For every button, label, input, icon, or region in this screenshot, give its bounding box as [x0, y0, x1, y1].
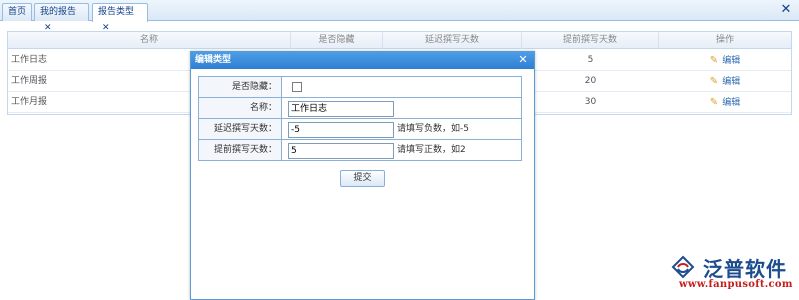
- pencil-icon: ✎: [709, 76, 719, 87]
- delay-days-input[interactable]: -5: [288, 122, 394, 138]
- row-name: 工作日志: [11, 55, 48, 65]
- delay-days-label: 延迟撰写天数：: [199, 119, 282, 139]
- form-row-hidden: 是否隐藏：: [198, 76, 522, 98]
- form-row-advance: 提前撰写天数： 5 请填写正数，如2: [198, 139, 522, 161]
- tab-label: 首页: [8, 7, 27, 17]
- submit-button[interactable]: 提交: [340, 170, 385, 187]
- advance-days-hint: 请填写正数，如2: [397, 145, 466, 155]
- edit-link[interactable]: ✎ 编辑: [659, 92, 791, 113]
- grid-header: 名称 是否隐藏 延迟撰写天数 提前撰写天数 操作: [8, 32, 791, 49]
- column-header-advance-days[interactable]: 提前撰写天数: [522, 32, 659, 49]
- brand-url: www.fanpusoft.com: [679, 279, 793, 290]
- delay-days-hint: 请填写负数，如-5: [397, 124, 469, 134]
- advance-days-label: 提前撰写天数：: [199, 140, 282, 160]
- tab-my-reports[interactable]: 我的报告✕: [34, 3, 89, 33]
- row-advance-days: 20: [584, 76, 597, 86]
- close-icon[interactable]: ✕: [517, 53, 529, 67]
- row-name: 工作周报: [11, 76, 48, 86]
- row-advance-days: 5: [587, 55, 594, 65]
- advance-days-input[interactable]: 5: [288, 143, 394, 159]
- pencil-icon: ✎: [709, 55, 719, 66]
- pencil-icon: ✎: [709, 97, 719, 108]
- close-icon[interactable]: ✕: [779, 3, 793, 17]
- row-name: 工作月报: [11, 97, 48, 107]
- edit-type-dialog: 编辑类型 ✕ 是否隐藏： 名称： 工作日志 延迟撰写天数： -5 请填写负数，如…: [190, 51, 535, 300]
- form-row-delay: 延迟撰写天数： -5 请填写负数，如-5: [198, 118, 522, 140]
- tab-report-types[interactable]: 报告类型✕: [92, 3, 148, 33]
- edit-label[interactable]: 编辑: [722, 56, 740, 66]
- edit-label[interactable]: 编辑: [722, 77, 740, 87]
- row-advance-days: 30: [584, 97, 597, 107]
- hidden-label: 是否隐藏：: [199, 77, 282, 97]
- dialog-title-bar[interactable]: 编辑类型 ✕: [191, 52, 534, 69]
- column-header-actions: 操作: [715, 35, 734, 45]
- brand-logo: 泛普软件 www.fanpusoft.com: [665, 251, 795, 298]
- dialog-title: 编辑类型: [195, 55, 232, 65]
- edit-label[interactable]: 编辑: [722, 98, 740, 108]
- column-header-hidden[interactable]: 是否隐藏: [291, 32, 383, 49]
- tab-label: 报告类型: [98, 7, 135, 17]
- tab-bar: 首页 我的报告✕ 报告类型✕ ✕: [0, 0, 799, 33]
- name-input[interactable]: 工作日志: [288, 101, 394, 117]
- column-header-delay-days[interactable]: 延迟撰写天数: [383, 32, 522, 49]
- column-header-name[interactable]: 名称: [8, 32, 291, 49]
- edit-link[interactable]: ✎ 编辑: [659, 71, 791, 92]
- brand-name: 泛普软件: [703, 257, 787, 281]
- tab-label: 我的报告: [40, 7, 77, 17]
- brand-mark-icon: [671, 255, 695, 279]
- name-label: 名称：: [199, 98, 282, 118]
- hidden-checkbox[interactable]: [292, 82, 302, 92]
- tab-home[interactable]: 首页: [2, 3, 32, 21]
- form-row-name: 名称： 工作日志: [198, 97, 522, 119]
- edit-link[interactable]: ✎ 编辑: [659, 50, 791, 71]
